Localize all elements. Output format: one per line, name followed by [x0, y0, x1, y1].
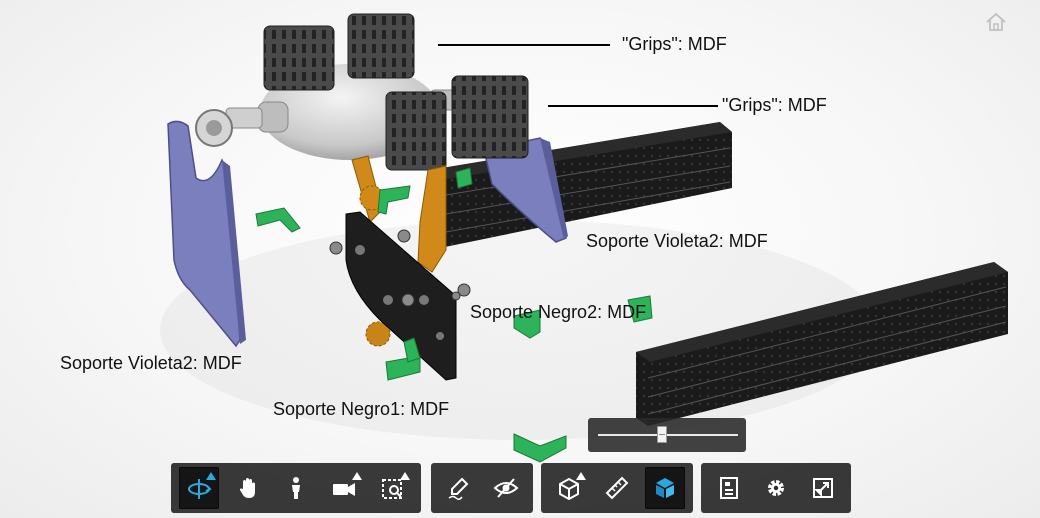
- callout-soporte-violeta2-left: Soporte Violeta2: MDF: [60, 353, 242, 373]
- callout-line-grips-2: [548, 105, 718, 107]
- grip-top-left: [263, 25, 335, 91]
- fit-to-view-button[interactable]: [373, 467, 413, 509]
- model-browser-button[interactable]: [709, 467, 748, 509]
- callout-soporte-negro1: Soporte Negro1: MDF: [273, 399, 450, 419]
- markup-button[interactable]: [439, 467, 478, 509]
- explode-slider-panel: [588, 418, 746, 452]
- home-icon: [986, 12, 1006, 31]
- orbit-button[interactable]: [179, 467, 220, 509]
- callout-soporte-negro2: Soporte Negro2: MDF: [470, 302, 647, 322]
- explode-slider-track[interactable]: [598, 434, 738, 436]
- flyout-indicator: [351, 472, 362, 480]
- pan-icon: [239, 478, 255, 498]
- flyout-indicator: [206, 472, 217, 480]
- explode-cube-icon: [656, 478, 674, 498]
- home-view-button[interactable]: [984, 11, 1008, 33]
- toolbar-model-group: [541, 463, 693, 513]
- fullscreen-button[interactable]: [804, 467, 843, 509]
- callout-soporte-violeta2-right: Soporte Violeta2: MDF: [586, 231, 768, 251]
- hide-eye-icon: [493, 478, 518, 498]
- toolbar-navigation-group: [171, 463, 421, 513]
- explode-slider-thumb[interactable]: [657, 426, 668, 443]
- camera-button[interactable]: [324, 467, 364, 509]
- markup-pen-icon: [448, 477, 468, 501]
- model-browser-icon: [719, 477, 738, 499]
- callout-grips-1: "Grips": MDF: [622, 34, 727, 54]
- model-viewport[interactable]: "Grips": MDF "Grips": MDF Soporte Violet…: [0, 0, 1040, 518]
- hide-button[interactable]: [486, 467, 525, 509]
- pan-button[interactable]: [227, 467, 267, 509]
- callout-line-grips-1: [438, 44, 610, 46]
- grip-mid-left: [385, 91, 447, 171]
- settings-gear-icon: [767, 480, 784, 496]
- first-person-button[interactable]: [276, 467, 316, 509]
- toolbar-settings-group: [701, 463, 851, 513]
- grip-top-right: [347, 13, 415, 79]
- toolbar-review-group: [431, 463, 533, 513]
- callout-grips-2: "Grips": MDF: [722, 95, 827, 115]
- exploded-assembly-scene: [160, 13, 1008, 463]
- measure-ruler-icon: [605, 476, 629, 500]
- settings-button[interactable]: [756, 467, 795, 509]
- fullscreen-icon: [813, 478, 834, 498]
- explode-button[interactable]: [645, 467, 685, 509]
- first-person-icon: [292, 477, 301, 499]
- flyout-indicator: [576, 472, 586, 480]
- section-box-button[interactable]: [549, 467, 589, 509]
- measure-button[interactable]: [597, 467, 637, 509]
- grip-mid-right: [451, 75, 529, 159]
- flyout-indicator: [400, 472, 411, 480]
